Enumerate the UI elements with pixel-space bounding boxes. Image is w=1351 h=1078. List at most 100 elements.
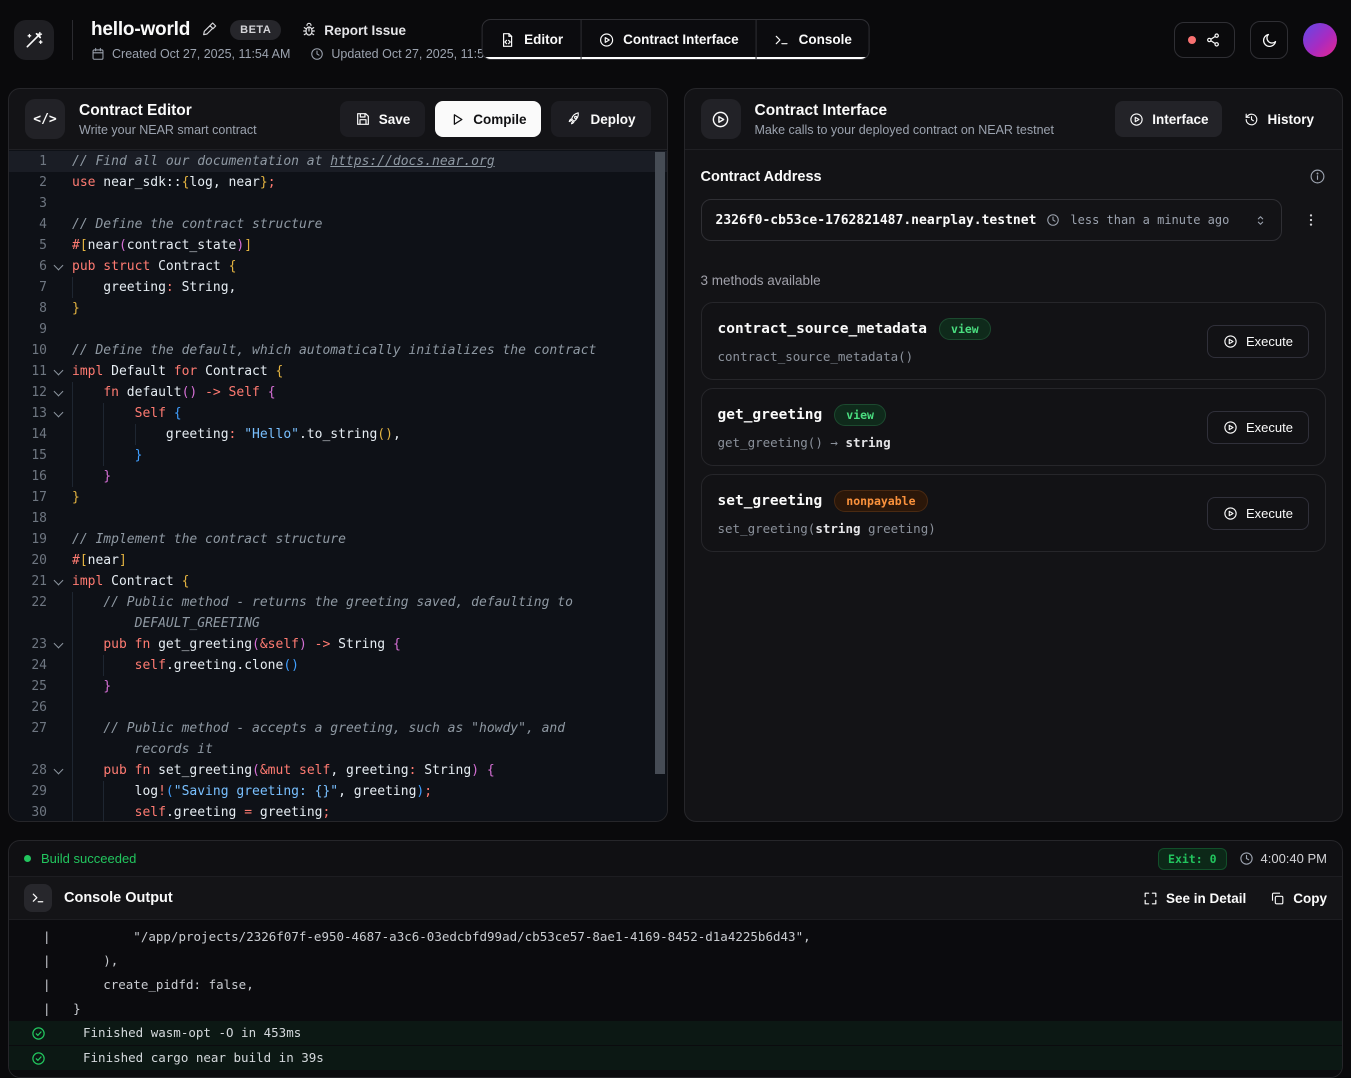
fold-gutter <box>47 151 69 172</box>
code-line[interactable]: 1// Find all our documentation at https:… <box>9 151 667 172</box>
line-number: 28 <box>9 760 47 781</box>
method-card: get_greetingviewget_greeting() → stringE… <box>701 388 1327 466</box>
chevron-up-down-icon <box>1254 214 1267 227</box>
console-output[interactable]: | "/app/projects/2326f07f-e950-4687-a3c6… <box>9 920 1342 1077</box>
edit-title-button[interactable] <box>202 22 218 38</box>
method-badge: view <box>834 404 886 426</box>
indent-guide <box>72 655 73 676</box>
code-line[interactable]: 9 <box>9 319 667 340</box>
line-number: 18 <box>9 508 47 529</box>
compile-button[interactable]: Compile <box>435 101 541 137</box>
fold-chevron-icon[interactable] <box>47 382 69 403</box>
code-line[interactable]: 25 } <box>9 676 667 697</box>
code-line[interactable]: 22 // Public method - returns the greeti… <box>9 592 667 613</box>
indent-guide <box>103 445 104 466</box>
build-status-dot <box>24 855 31 862</box>
save-button[interactable]: Save <box>340 101 426 137</box>
code-line[interactable]: 17} <box>9 487 667 508</box>
address-age: less than a minute ago <box>1070 213 1229 227</box>
fold-chevron-icon[interactable] <box>47 571 69 592</box>
console-success-line: Finished cargo near build in 39s <box>9 1046 1342 1070</box>
code-line[interactable]: 18 <box>9 508 667 529</box>
main-content: </> Contract Editor Write your NEAR smar… <box>0 88 1351 822</box>
method-badge: nonpayable <box>834 490 927 512</box>
fold-gutter <box>47 487 69 508</box>
indent-guide <box>72 802 73 821</box>
code-line[interactable]: 28 pub fn set_greeting(&mut self, greeti… <box>9 760 667 781</box>
code-editor[interactable]: 1// Find all our documentation at https:… <box>9 150 667 821</box>
code-line[interactable]: 7 greeting: String, <box>9 277 667 298</box>
code-line[interactable]: 23 pub fn get_greeting(&self) -> String … <box>9 634 667 655</box>
code-line[interactable]: DEFAULT_GREETING <box>9 613 667 634</box>
tab-editor[interactable]: Editor <box>482 20 580 59</box>
code-line[interactable]: 27 // Public method - accepts a greeting… <box>9 718 667 739</box>
execute-button[interactable]: Execute <box>1207 497 1309 530</box>
contract-address-select[interactable]: 2326f0-cb53ce-1762821487.nearplay.testne… <box>701 199 1283 241</box>
share-icon <box>1205 32 1221 48</box>
divider <box>72 20 73 60</box>
code-lines: 1// Find all our documentation at https:… <box>9 151 667 821</box>
editor-title: Contract Editor <box>79 102 257 120</box>
code-line[interactable]: 11impl Default for Contract { <box>9 361 667 382</box>
line-number: 14 <box>9 424 47 445</box>
copy-button[interactable]: Copy <box>1270 891 1327 906</box>
indent-guide <box>72 739 73 760</box>
address-menu-button[interactable] <box>1296 203 1326 237</box>
fold-chevron-icon[interactable] <box>47 256 69 277</box>
code-line[interactable]: 29 log!("Saving greeting: {}", greeting)… <box>9 781 667 802</box>
line-number: 12 <box>9 382 47 403</box>
code-line[interactable]: 13 Self { <box>9 403 667 424</box>
code-line[interactable]: 6pub struct Contract { <box>9 256 667 277</box>
code-line[interactable]: 8} <box>9 298 667 319</box>
code-line[interactable]: 16 } <box>9 466 667 487</box>
fold-chevron-icon[interactable] <box>47 361 69 382</box>
interface-tab-button[interactable]: Interface <box>1115 101 1222 137</box>
code-line[interactable]: 19// Implement the contract structure <box>9 529 667 550</box>
user-avatar[interactable] <box>1303 23 1337 57</box>
method-name: get_greeting <box>718 407 823 423</box>
code-file-icon <box>499 32 515 48</box>
report-issue-button[interactable]: Report Issue <box>301 22 406 38</box>
code-line[interactable]: 21impl Contract { <box>9 571 667 592</box>
code-line[interactable]: 2use near_sdk::{log, near}; <box>9 172 667 193</box>
code-line[interactable]: 30 self.greeting = greeting; <box>9 802 667 821</box>
fold-gutter <box>47 172 69 193</box>
fold-gutter <box>47 613 69 634</box>
history-tab-button[interactable]: History <box>1232 101 1326 137</box>
code-line[interactable]: 26 <box>9 697 667 718</box>
clock-icon <box>1239 851 1254 866</box>
tab-console[interactable]: Console <box>756 20 869 59</box>
dark-mode-toggle[interactable] <box>1250 21 1288 59</box>
fold-gutter <box>47 319 69 340</box>
console-line: | create_pidfd: false, <box>9 973 1342 997</box>
fold-chevron-icon[interactable] <box>47 760 69 781</box>
app-logo[interactable] <box>14 20 54 60</box>
code-line[interactable]: 15 } <box>9 445 667 466</box>
execute-button[interactable]: Execute <box>1207 411 1309 444</box>
contract-editor-panel: </> Contract Editor Write your NEAR smar… <box>8 88 668 822</box>
console-output-header: Console Output See in Detail Copy <box>9 877 1342 920</box>
deploy-button[interactable]: Deploy <box>551 101 650 137</box>
fold-gutter <box>47 697 69 718</box>
share-button[interactable] <box>1174 22 1235 58</box>
build-time: 4:00:40 PM <box>1239 851 1328 866</box>
code-line[interactable]: 5#[near(contract_state)] <box>9 235 667 256</box>
tab-contract-interface[interactable]: Contract Interface <box>580 20 756 59</box>
info-icon[interactable] <box>1309 168 1326 185</box>
code-line[interactable]: 3 <box>9 193 667 214</box>
line-number: 20 <box>9 550 47 571</box>
code-line[interactable]: 10// Define the default, which automatic… <box>9 340 667 361</box>
methods-list: contract_source_metadataviewcontract_sou… <box>701 302 1327 552</box>
code-line[interactable]: records it <box>9 739 667 760</box>
code-line[interactable]: 14 greeting: "Hello".to_string(), <box>9 424 667 445</box>
see-in-detail-button[interactable]: See in Detail <box>1143 891 1246 906</box>
fold-chevron-icon[interactable] <box>47 403 69 424</box>
fold-chevron-icon[interactable] <box>47 634 69 655</box>
code-line[interactable]: 12 fn default() -> Self { <box>9 382 667 403</box>
code-line[interactable]: 24 self.greeting.clone() <box>9 655 667 676</box>
code-line[interactable]: 4// Define the contract structure <box>9 214 667 235</box>
code-line[interactable]: 20#[near] <box>9 550 667 571</box>
editor-scrollbar[interactable] <box>655 152 665 774</box>
execute-button[interactable]: Execute <box>1207 325 1309 358</box>
fold-gutter <box>47 718 69 739</box>
